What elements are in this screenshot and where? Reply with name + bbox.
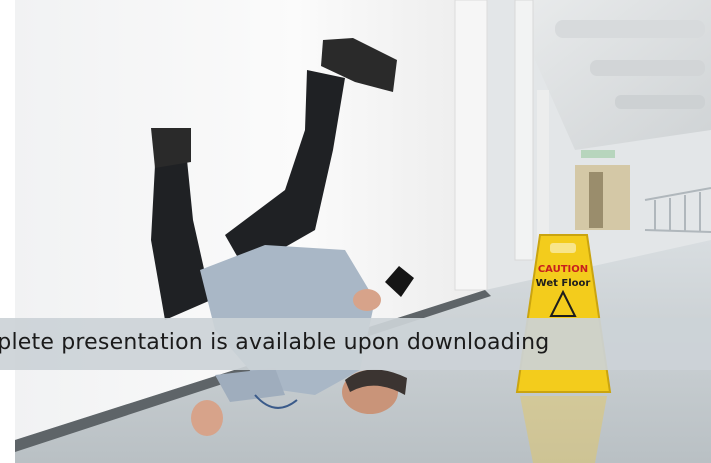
ceiling-duct <box>555 20 705 38</box>
pillar <box>514 0 534 261</box>
hand <box>353 289 381 311</box>
scene: CAUTION Wet Floor <box>15 0 711 463</box>
sign-reflection <box>520 396 607 463</box>
pillar <box>454 0 488 291</box>
ceiling-duct <box>590 60 705 76</box>
left-shoe <box>151 128 191 168</box>
sign-wet-floor-text: Wet Floor <box>536 278 591 289</box>
hand <box>191 400 223 436</box>
banner-text: omplete presentation is available upon d… <box>0 330 550 355</box>
sign-caution-text: CAUTION <box>538 264 588 275</box>
ceiling-duct <box>615 95 705 109</box>
photo-falling-man: CAUTION Wet Floor <box>15 0 711 463</box>
exit-sign <box>581 150 615 158</box>
download-banner: omplete presentation is available upon d… <box>0 318 711 370</box>
door-panel <box>589 172 603 228</box>
